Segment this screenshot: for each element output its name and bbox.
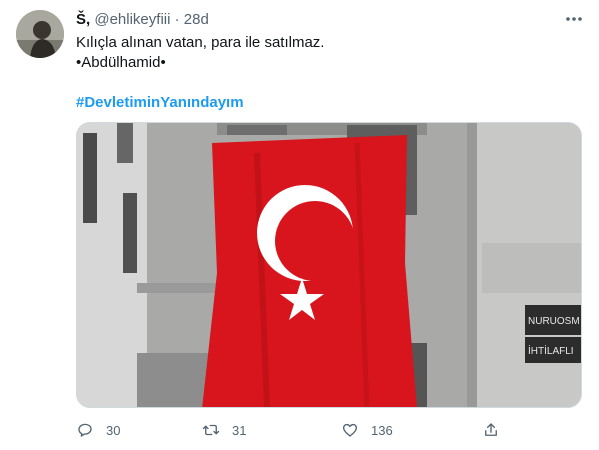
reply-icon	[78, 423, 92, 437]
tweet-header: Š, @ehlikeyfiii · 28d	[76, 10, 209, 30]
tweet-actions: 30 31 136	[76, 418, 582, 442]
retweet-count: 31	[232, 422, 247, 438]
shop-sign-text: NURUOSM	[528, 316, 580, 327]
tweet-text: Kılıçla alınan vatan, para ile satılmaz.…	[76, 33, 324, 113]
more-options-icon[interactable]	[563, 8, 585, 30]
separator: ·	[174, 11, 180, 28]
display-name[interactable]: Š,	[76, 11, 90, 28]
tweet-text-line: •Abdülhamid•	[76, 54, 166, 71]
heart-icon	[342, 423, 358, 437]
avatar[interactable]	[16, 10, 64, 58]
reply-count: 30	[106, 422, 121, 438]
like-button[interactable]: 136	[341, 418, 393, 442]
hashtag-link[interactable]: #DevletiminYanındayım	[76, 93, 324, 113]
like-count: 136	[371, 422, 393, 438]
timestamp[interactable]: 28d	[184, 11, 209, 28]
reply-button[interactable]: 30	[76, 418, 120, 442]
tweet[interactable]: Š, @ehlikeyfiii · 28d Kılıçla alınan vat…	[0, 0, 599, 450]
retweet-button[interactable]: 31	[202, 418, 246, 442]
handle[interactable]: @ehlikeyfiii	[94, 11, 170, 28]
turkish-flag-photo-icon: NURUOSM İHTİLAFLI	[77, 123, 581, 407]
retweet-icon	[202, 424, 220, 436]
share-icon	[485, 423, 497, 436]
shop-sign-text: İHTİLAFLI	[528, 344, 574, 357]
tweet-text-line: Kılıçla alınan vatan, para ile satılmaz.	[76, 34, 325, 51]
share-button[interactable]	[482, 418, 500, 442]
tweet-image[interactable]: NURUOSM İHTİLAFLI	[76, 122, 582, 408]
